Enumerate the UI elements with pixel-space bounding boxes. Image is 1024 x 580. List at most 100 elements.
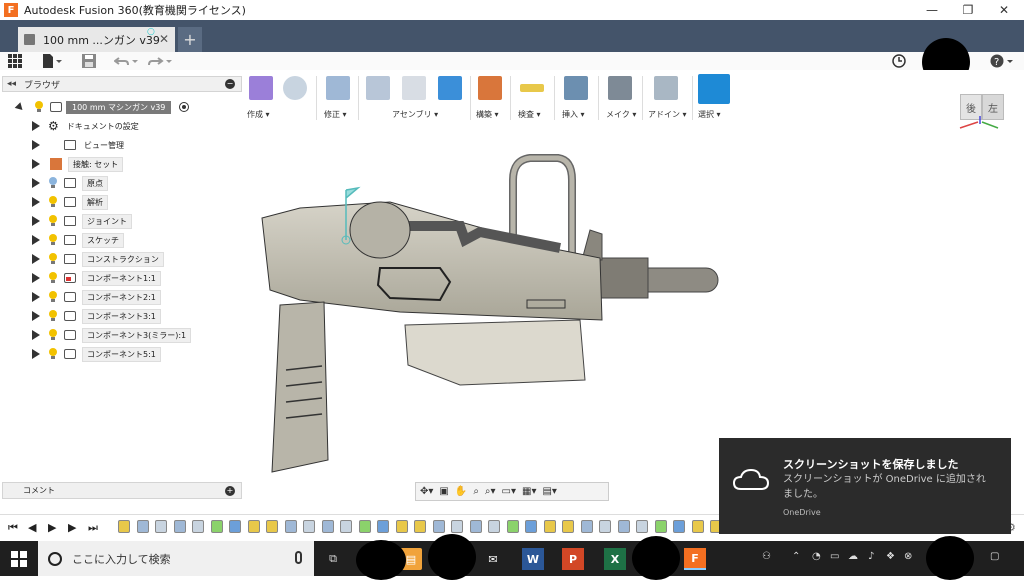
timeline-feature-icon[interactable] [414, 520, 426, 533]
pan-hand-icon[interactable]: ✋ [455, 486, 467, 497]
timeline-feature-icon[interactable] [210, 520, 223, 533]
expand-triangle-icon[interactable] [32, 273, 40, 283]
mail-icon[interactable]: ✉ [482, 548, 504, 570]
timeline-feature-icon[interactable] [155, 520, 167, 533]
make-group[interactable]: メイク ▾ [600, 70, 640, 122]
timeline-feature-icon[interactable] [266, 520, 278, 533]
comment-panel[interactable]: コメント + [2, 482, 242, 499]
volume-icon[interactable]: ♪ [868, 551, 874, 562]
action-center-icon[interactable]: ▢ [990, 551, 999, 562]
show-hidden-icons-chevron[interactable]: ⌃ [792, 551, 800, 562]
timeline-feature-icon[interactable] [488, 520, 500, 533]
timeline-feature-icon[interactable] [636, 520, 648, 533]
grid-settings-icon[interactable]: ▦▾ [522, 486, 536, 497]
visibility-bulb-icon[interactable] [48, 272, 58, 284]
timeline-feature-icon[interactable] [118, 520, 130, 533]
timeline-feature-icon[interactable] [617, 520, 630, 533]
file-menu-icon[interactable] [42, 53, 62, 69]
start-button[interactable] [0, 541, 38, 576]
browser-item-joints[interactable]: ジョイント [32, 213, 132, 229]
fusion-taskbar-icon[interactable]: F [684, 548, 706, 570]
timeline-feature-icon[interactable] [173, 520, 186, 533]
visibility-bulb-icon[interactable] [48, 291, 58, 303]
close-tab-button[interactable]: ✕ [159, 32, 169, 46]
expand-triangle-icon[interactable] [32, 197, 40, 207]
zoom-icon[interactable]: ⌕ [473, 486, 479, 497]
onedrive-tray-icon[interactable]: ☁ [848, 551, 858, 562]
browser-item-component-3[interactable]: コンポーネント3:1 [32, 308, 161, 324]
visibility-bulb-icon[interactable] [48, 310, 58, 322]
dropbox-icon[interactable]: ❖ [886, 551, 895, 562]
excel-icon[interactable]: X [604, 548, 626, 570]
timeline-feature-icon[interactable] [673, 520, 685, 533]
new-tab-button[interactable]: + [178, 27, 202, 52]
view-cube[interactable]: 後 左 [958, 94, 1004, 129]
viewports-icon[interactable]: ▤▾ [542, 486, 556, 497]
onedrive-notification[interactable]: スクリーンショットを保存しました スクリーンショットが OneDrive に追加… [719, 438, 1011, 534]
timeline-feature-icon[interactable] [358, 520, 371, 533]
browser-item-contact-sets[interactable]: 接触: セット [32, 156, 124, 172]
expand-triangle-icon[interactable] [32, 349, 40, 359]
microphone-icon[interactable] [295, 551, 302, 564]
browser-item-component-3-mirror[interactable]: コンポーネント3(ミラー):1 [32, 327, 192, 343]
add-comment-button[interactable]: + [225, 486, 235, 496]
visibility-bulb-icon[interactable] [48, 215, 58, 227]
go-to-end-icon[interactable]: ⏭ [88, 521, 98, 535]
expand-triangle-icon[interactable] [32, 159, 40, 169]
timeline-feature-icon[interactable] [562, 520, 574, 533]
browser-item-view-management[interactable]: ビュー管理 [32, 137, 128, 153]
expand-triangle-icon[interactable] [32, 178, 40, 188]
display-settings-icon[interactable]: ▭▾ [502, 486, 516, 497]
expand-triangle-icon[interactable] [32, 235, 40, 245]
timeline-feature-icon[interactable] [506, 520, 519, 533]
browser-item-component-5[interactable]: コンポーネント5:1 [32, 346, 161, 362]
visibility-bulb-icon[interactable] [48, 234, 58, 246]
timeline-feature-icon[interactable] [432, 520, 445, 533]
expand-triangle-icon[interactable] [32, 121, 40, 131]
redo-icon[interactable] [148, 53, 172, 69]
3d-model-viewport[interactable] [240, 140, 740, 485]
timeline-feature-icon[interactable] [303, 520, 315, 533]
timeline-feature-icon[interactable] [192, 520, 204, 533]
expand-triangle-icon[interactable] [32, 292, 40, 302]
browser-item-analysis[interactable]: 解析 [32, 194, 108, 210]
browser-root-row[interactable]: 100 mm マシンガン v39 [14, 99, 190, 115]
step-back-icon[interactable]: ◀ [28, 521, 36, 534]
timeline-feature-icon[interactable] [321, 520, 334, 533]
visibility-bulb-icon[interactable] [48, 196, 58, 208]
timeline-feature-icon[interactable] [525, 520, 537, 533]
minimize-button[interactable]: — [914, 0, 950, 20]
powerpoint-icon[interactable]: P [562, 548, 584, 570]
step-forward-icon[interactable]: ▶ [68, 521, 76, 534]
timeline-feature-icon[interactable] [229, 520, 241, 533]
help-icon[interactable]: ? [990, 53, 1014, 69]
look-at-icon[interactable]: ▣ [439, 486, 448, 497]
fit-icon[interactable]: ⌕▾ [485, 486, 496, 497]
save-icon[interactable] [82, 53, 96, 69]
document-tab[interactable]: 100 mm ...ンガン v39 ○ ✕ [18, 27, 175, 52]
timeline-feature-icon[interactable] [599, 520, 611, 533]
battery-icon[interactable]: ▭ [830, 551, 839, 562]
visibility-bulb-icon[interactable] [48, 177, 58, 189]
expand-triangle-icon[interactable] [14, 101, 26, 113]
select-group[interactable]: 選択 ▾ [694, 70, 734, 122]
browser-item-sketches[interactable]: スケッチ [32, 232, 124, 248]
error-tray-icon[interactable]: ⊗ [904, 551, 912, 562]
timeline-feature-icon[interactable] [136, 520, 149, 533]
activate-radio-icon[interactable] [179, 102, 190, 112]
timeline-feature-icon[interactable] [340, 520, 352, 533]
expand-triangle-icon[interactable] [32, 311, 40, 321]
undo-icon[interactable] [114, 53, 138, 69]
browser-item-construction[interactable]: コンストラクション [32, 251, 164, 267]
expand-triangle-icon[interactable] [32, 216, 40, 226]
inspect-group[interactable]: 検査 ▾ [512, 70, 552, 122]
expand-triangle-icon[interactable] [32, 330, 40, 340]
play-icon[interactable]: ▶ [48, 521, 56, 534]
orbit-icon[interactable]: ✥▾ [420, 486, 433, 497]
expand-triangle-icon[interactable] [32, 254, 40, 264]
timeline-feature-icon[interactable] [543, 520, 556, 533]
timeline-feature-icon[interactable] [377, 520, 389, 533]
visibility-bulb-icon[interactable] [48, 253, 58, 265]
go-to-start-icon[interactable]: ⏮ [8, 521, 18, 535]
visibility-bulb-icon[interactable] [48, 348, 58, 360]
